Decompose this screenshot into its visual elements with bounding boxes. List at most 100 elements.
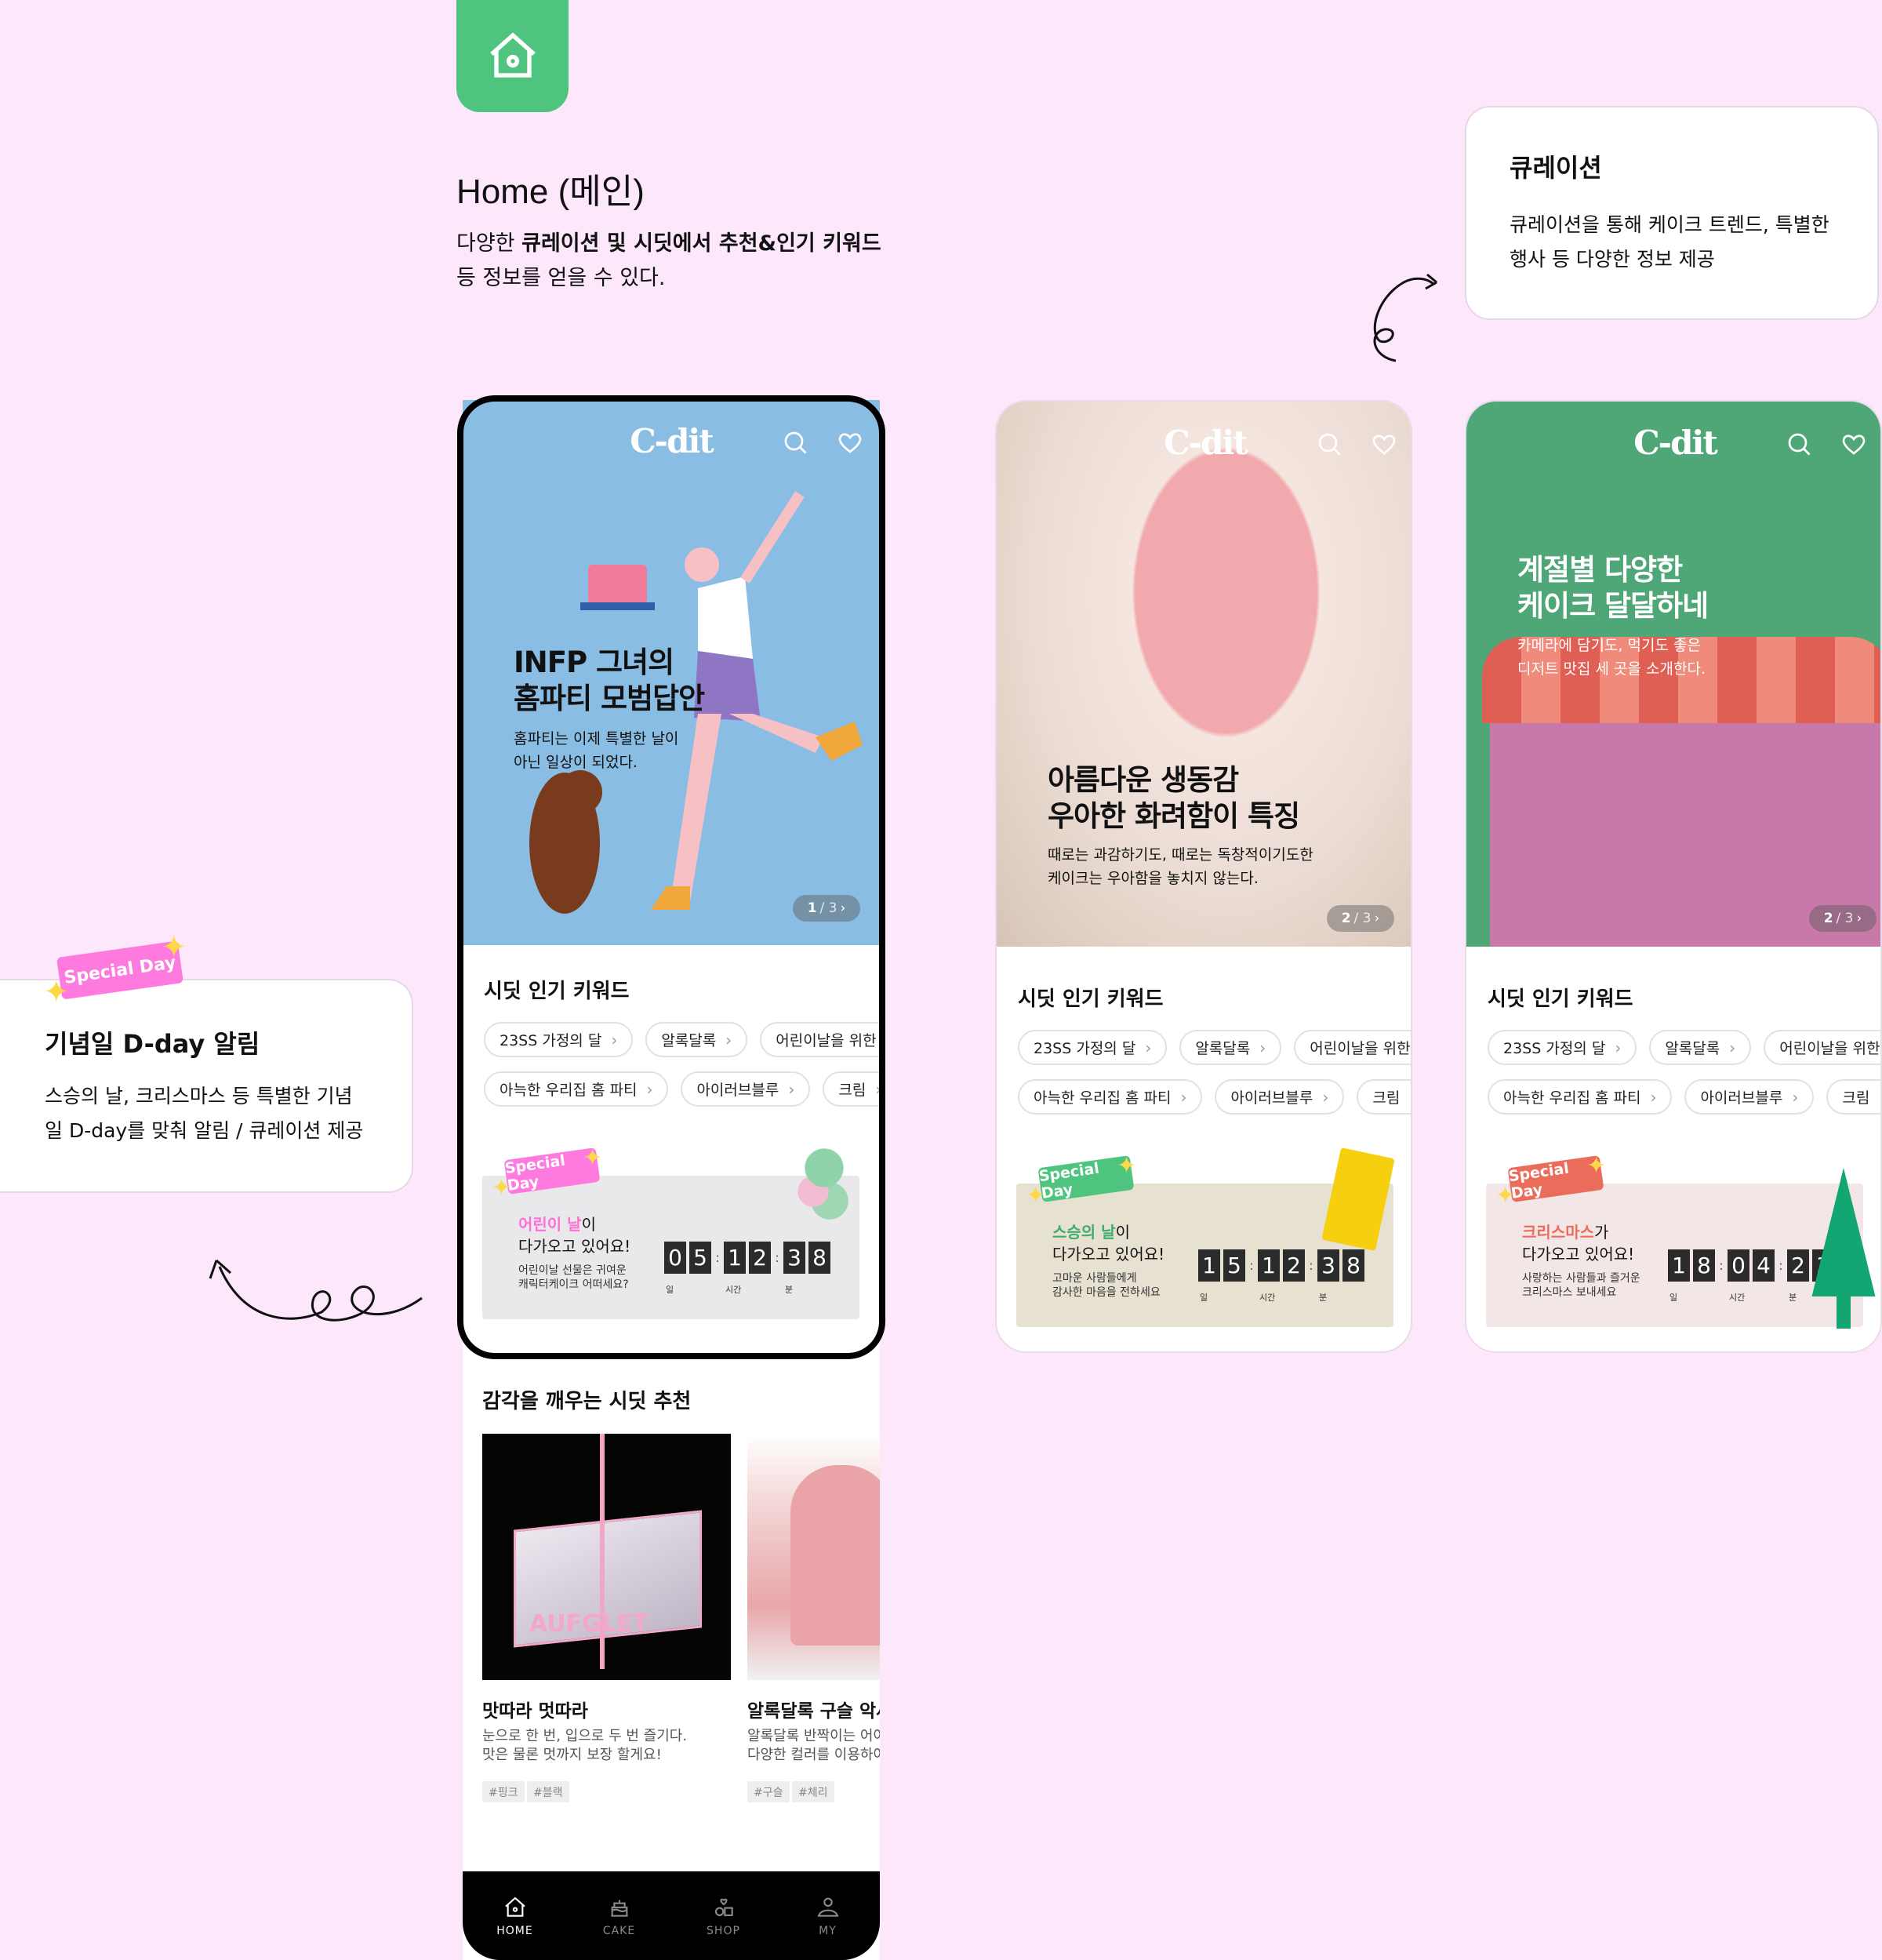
chevron-right-icon: › (1145, 1038, 1152, 1057)
keyword-chip[interactable]: 알록달록 › (1649, 1030, 1752, 1065)
special-day-banner[interactable]: Special Day ✦ ✦ 어린이 날이 다가오고 있어요! 어린이날 선물은 귀여운… (482, 1144, 859, 1319)
nav-label: MY (819, 1924, 837, 1937)
recommend-image-2[interactable] (747, 1434, 880, 1680)
countdown-digit: 2 (1787, 1249, 1809, 1282)
app-logo[interactable]: C-dit (997, 424, 1411, 462)
decoration-gift-icon (1321, 1147, 1395, 1251)
app-logo[interactable]: C-dit (463, 422, 880, 460)
countdown-digit: 3 (1317, 1249, 1339, 1282)
hero-title-line2: 케이크 달달하네 (1517, 589, 1709, 623)
recommend-image-1[interactable]: AUFGLET (482, 1434, 731, 1680)
chevron-right-icon: › (1374, 911, 1380, 926)
countdown-separator: : (1249, 1258, 1254, 1273)
keyword-chip[interactable]: 23SS 가정의 달 › (1018, 1030, 1168, 1065)
page-description: 다양한 큐레이션 및 시딧에서 추천&인기 키워드 (456, 227, 881, 261)
pager-button[interactable]: 2/ 3 › (1327, 905, 1394, 932)
keyword-chip[interactable]: 아이러브블루 › (681, 1071, 811, 1107)
countdown-label: 일 (666, 1285, 674, 1295)
heart-icon[interactable] (836, 428, 864, 456)
nav-label: HOME (496, 1924, 533, 1937)
desc-line: 다양한 컬러를 이용하여 (747, 1747, 880, 1763)
countdown-digit: 2 (749, 1242, 771, 1274)
hero-banner[interactable]: C-dit 계절별 다양한 케이크 달달하네 카메라에 담기도, 먹기도 좋은 디저트 … (1466, 402, 1880, 947)
bottom-nav: HOME CAKE SHOP MY (463, 1871, 880, 1960)
heart-icon[interactable] (1840, 430, 1868, 458)
chip-label: 아늑한 우리집 홈 파티 (500, 1082, 638, 1099)
nav-tab-my[interactable]: MY (776, 1871, 880, 1960)
countdown-digit: 0 (1728, 1249, 1749, 1282)
keyword-chip[interactable]: 23SS 가정의 달 › (484, 1022, 634, 1057)
chip-label: 아늑한 우리집 홈 파티 (1503, 1089, 1641, 1107)
countdown-label: 시간 (725, 1285, 742, 1295)
countdown-digit: 1 (1198, 1249, 1220, 1282)
keyword-chip[interactable]: 아늑한 우리집 홈 파티 › (484, 1071, 669, 1107)
popular-keywords-title: 시딧 인기 키워드 (484, 980, 630, 1003)
special-day-headline: 크리스마스가 (1522, 1220, 1608, 1242)
hashtag[interactable]: #체리 (792, 1781, 834, 1802)
desc-line: 눈으로 한 번, 입으로 두 번 즐기다. (482, 1728, 688, 1744)
chevron-right-icon: › (1729, 1038, 1736, 1057)
callout-line: 스승의 날, 크리스마스 등 특별한 기념 (45, 1085, 353, 1107)
recommend-item-2: 알록달록 구슬 악세서리 알록달록 반짝이는 어여쁜다양한 컬러를 이용하여 #… (747, 1686, 880, 1820)
heart-icon[interactable] (1370, 430, 1398, 458)
special-day-suffix: 이 (1115, 1223, 1130, 1242)
keyword-chip[interactable]: 아늑한 우리집 홈 파티 › (1018, 1079, 1203, 1115)
nav-tab-cake[interactable]: CAKE (567, 1871, 671, 1960)
keyword-chip[interactable]: 23SS 가정의 달 › (1488, 1030, 1637, 1065)
keyword-chip[interactable]: 아늑한 우리집 홈 파티 › (1488, 1079, 1673, 1115)
keyword-chip[interactable]: 크림 › (1826, 1079, 1880, 1115)
keyword-chip[interactable]: 알록달록 › (1179, 1030, 1282, 1065)
chip-label: 알록달록 (661, 1032, 717, 1049)
search-icon[interactable] (1785, 430, 1813, 458)
chip-label: 아이러브블루 (1700, 1089, 1783, 1107)
keyword-chip[interactable]: 어린이날을 위한› (1764, 1030, 1880, 1065)
hashtag[interactable]: #핑크 (482, 1781, 525, 1802)
hero-sub-line2: 케이크는 우아함을 놓치지 않는다. (1048, 870, 1259, 887)
recommend-item-title[interactable]: 알록달록 구슬 악세서리 (747, 1696, 880, 1722)
home-section-icon-tile (456, 0, 569, 112)
hero-title-line2: 우아한 화려함이 특징 (1048, 799, 1300, 833)
chevron-right-icon: › (1650, 1087, 1657, 1107)
keyword-chip[interactable]: 어린이날을 위한› (760, 1022, 880, 1057)
special-day-sub1: 고마운 사람들에게 (1052, 1272, 1137, 1285)
pager-button[interactable]: 1/ 3 › (793, 895, 860, 922)
hero-banner[interactable]: C-dit INFP 그녀의 홈파티 모범답안 홈파티는 이제 특별한 날이 아닌 일상… (463, 400, 880, 945)
user-icon (817, 1897, 838, 1917)
keyword-chip[interactable]: 크림 › (823, 1071, 880, 1107)
keyword-chip[interactable]: 아이러브블루 › (1215, 1079, 1345, 1115)
recommend-item-desc: 알록달록 반짝이는 어여쁜다양한 컬러를 이용하여 (747, 1727, 880, 1765)
special-day-banner[interactable]: Special Day ✦ ✦ 크리스마스가 다가오고 있어요! 사랑하는 사람들과 즐거… (1486, 1152, 1876, 1329)
countdown-digit: 4 (1753, 1249, 1775, 1282)
hashtag[interactable]: #구슬 (747, 1781, 790, 1802)
search-icon[interactable] (1315, 430, 1343, 458)
countdown-digit: 1 (1258, 1249, 1280, 1282)
countdown-digit: 3 (783, 1242, 805, 1274)
recommend-item-title[interactable]: 맛따라 멋따라 (482, 1696, 588, 1722)
app-logo[interactable]: C-dit (1466, 424, 1880, 462)
chip-label: 아이러브블루 (1230, 1089, 1313, 1107)
desc-line: 맛은 물론 멋까지 보장 할게요! (482, 1747, 662, 1763)
special-day-headline: 스승의 날이 (1052, 1220, 1130, 1242)
keyword-chip[interactable]: 어린이날을 위한› (1294, 1030, 1411, 1065)
nav-tab-shop[interactable]: SHOP (671, 1871, 776, 1960)
search-icon[interactable] (781, 428, 809, 456)
hashtag[interactable]: #블랙 (527, 1781, 569, 1802)
pager-total: / 3 (1353, 911, 1372, 926)
hero-banner[interactable]: C-dit 아름다운 생동감 우아한 화려함이 특징 때로는 과감하기도, 때로는 독… (997, 402, 1411, 947)
popular-keywords-title: 시딧 인기 키워드 (1488, 987, 1633, 1011)
pager-current: 2 (1823, 911, 1833, 926)
chip-label: 어린이날을 위한 (1310, 1040, 1411, 1057)
nav-tab-home[interactable]: HOME (463, 1871, 567, 1960)
keyword-chip-row: 아늑한 우리집 홈 파티 › 아이러브블루 › 크림 › (1018, 1079, 1411, 1115)
keyword-chip[interactable]: 크림 › (1357, 1079, 1411, 1115)
chip-label: 어린이날을 위한 (776, 1032, 877, 1049)
keyword-chip[interactable]: 알록달록 › (645, 1022, 748, 1057)
keyword-chip[interactable]: 아이러브블루 › (1684, 1079, 1815, 1115)
shop-icon (714, 1898, 733, 1916)
countdown-label: 분 (785, 1285, 794, 1295)
special-day-headline: 어린이 날이 (518, 1212, 596, 1235)
pager-button[interactable]: 2/ 3 › (1809, 905, 1877, 932)
countdown-separator: : (1719, 1258, 1724, 1273)
special-day-banner[interactable]: Special Day ✦ ✦ 스승의 날이 다가오고 있어요! 고마운 사람들에게 감사한… (1016, 1147, 1395, 1327)
countdown-label: 시간 (1729, 1293, 1746, 1303)
